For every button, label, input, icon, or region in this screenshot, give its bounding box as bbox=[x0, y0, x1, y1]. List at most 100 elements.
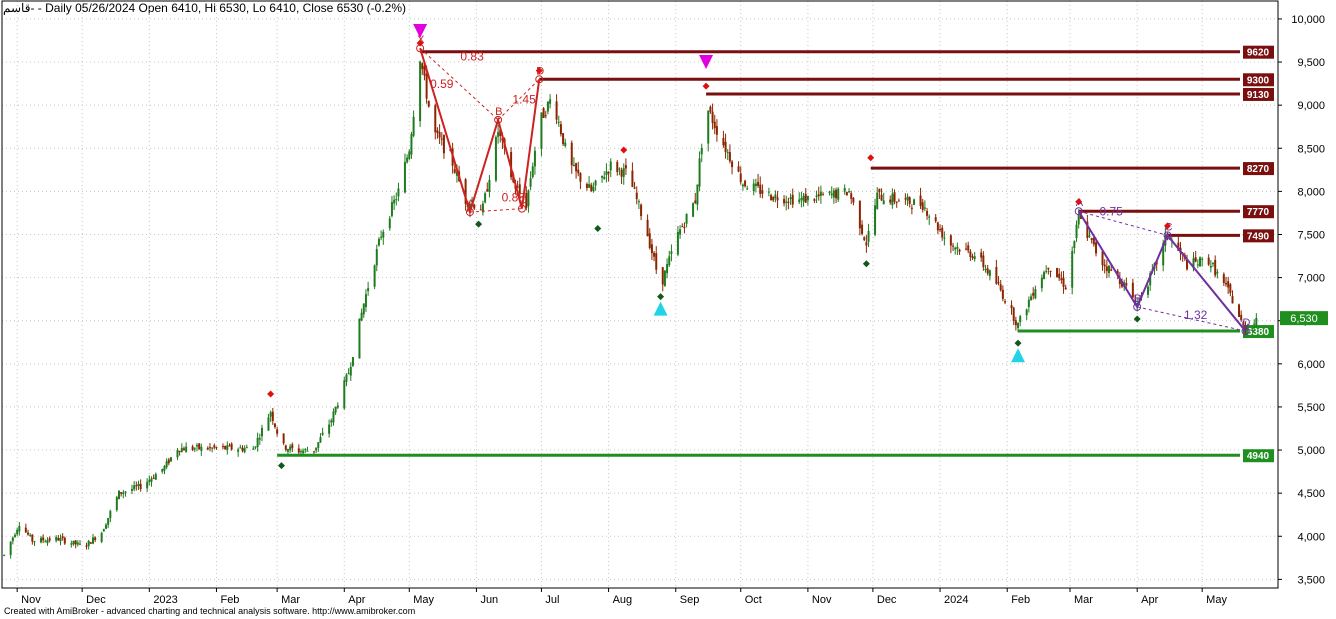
candle-body bbox=[767, 191, 770, 193]
pivot-high-marker bbox=[620, 146, 628, 154]
candle-body bbox=[685, 213, 688, 224]
candle-body bbox=[215, 447, 218, 449]
candle-body bbox=[48, 538, 51, 541]
candle-body bbox=[772, 197, 775, 201]
candle-body bbox=[115, 497, 118, 511]
pivot-high-marker bbox=[702, 82, 710, 90]
candle-body bbox=[406, 157, 409, 163]
x-tick-label: Sep bbox=[680, 594, 700, 606]
pattern-leg bbox=[1077, 210, 1247, 332]
candle-body bbox=[419, 61, 422, 122]
candle-body bbox=[813, 199, 816, 201]
candle-body bbox=[913, 199, 916, 205]
candle-body bbox=[865, 242, 868, 246]
candle-body bbox=[737, 166, 740, 172]
candle-body bbox=[1032, 292, 1035, 296]
candle-body bbox=[421, 63, 424, 70]
candle-body bbox=[497, 132, 500, 137]
pattern-point-label: A bbox=[467, 198, 475, 210]
candle-body bbox=[85, 545, 88, 547]
candle-body bbox=[289, 446, 292, 451]
candle-body bbox=[1110, 269, 1113, 271]
candle-body bbox=[1194, 257, 1197, 262]
candle-body bbox=[319, 437, 322, 443]
candle-body bbox=[440, 138, 443, 140]
candle-body bbox=[1073, 241, 1076, 249]
candle-body bbox=[754, 183, 757, 187]
candle-body bbox=[208, 447, 211, 449]
x-tick-label: May bbox=[413, 594, 434, 606]
level-label: 7490 bbox=[1247, 231, 1270, 242]
y-tick-label: 5,000 bbox=[1297, 445, 1325, 457]
candle-body bbox=[549, 99, 552, 104]
candle-body bbox=[661, 267, 664, 285]
candle-body bbox=[182, 448, 185, 451]
last-price-label: 6,530 bbox=[1290, 313, 1318, 325]
candle-body bbox=[555, 101, 558, 120]
candle-body bbox=[936, 222, 939, 231]
candle-body bbox=[1056, 268, 1059, 278]
candle-body bbox=[380, 236, 383, 238]
candle-body bbox=[245, 447, 248, 449]
candle-body bbox=[211, 447, 214, 449]
candle-body bbox=[648, 233, 651, 248]
candle-body bbox=[74, 540, 77, 545]
pivot-low-marker bbox=[594, 224, 602, 232]
candle-body bbox=[774, 194, 777, 199]
pattern-ratio-label: 0.88 bbox=[502, 191, 526, 205]
sell-signal-triangle bbox=[413, 24, 428, 39]
candle-body bbox=[934, 217, 937, 222]
y-tick-label: 4,000 bbox=[1297, 531, 1325, 543]
candle-body bbox=[1017, 322, 1020, 329]
candle-body bbox=[835, 189, 838, 199]
candle-body bbox=[1196, 264, 1199, 266]
pivot-low-marker bbox=[1133, 315, 1141, 323]
candle-body bbox=[969, 251, 972, 258]
candle-body bbox=[1012, 307, 1015, 321]
price-chart[interactable]: 96209300913082707770749063804940 XABCD0.… bbox=[0, 0, 1336, 619]
candle-body bbox=[1025, 309, 1028, 316]
candle-body bbox=[87, 540, 90, 547]
candle-body bbox=[332, 411, 335, 423]
candle-body bbox=[271, 411, 274, 421]
y-tick-label: 3,500 bbox=[1297, 574, 1325, 586]
candle-body bbox=[759, 184, 762, 194]
candle-body bbox=[330, 420, 333, 423]
x-tick-label: Feb bbox=[1011, 594, 1030, 606]
x-tick-label: Nov bbox=[812, 594, 832, 606]
candle-body bbox=[148, 479, 151, 482]
level-label: 8270 bbox=[1247, 164, 1270, 175]
candle-body bbox=[607, 171, 610, 174]
candle-body bbox=[609, 161, 612, 171]
candle-body bbox=[776, 197, 779, 201]
candle-body bbox=[390, 202, 393, 216]
candle-body bbox=[616, 161, 619, 172]
candle-body bbox=[273, 423, 276, 427]
candle-body bbox=[828, 191, 831, 194]
candle-body bbox=[336, 405, 339, 408]
candle-body bbox=[161, 468, 164, 472]
candle-body bbox=[408, 151, 411, 159]
candle-body bbox=[1034, 289, 1037, 299]
candle-body bbox=[1004, 301, 1007, 303]
candle-body bbox=[926, 210, 929, 216]
candle-body bbox=[486, 189, 489, 192]
x-tick-label: Nov bbox=[21, 594, 41, 606]
candle-body bbox=[304, 449, 307, 451]
candle-body bbox=[306, 450, 309, 452]
candle-body bbox=[195, 445, 198, 447]
candle-body bbox=[29, 534, 32, 536]
candle-body bbox=[206, 447, 209, 450]
candle-body bbox=[26, 532, 29, 535]
candle-body bbox=[1227, 281, 1230, 288]
candle-body bbox=[191, 446, 194, 450]
candle-body bbox=[351, 357, 354, 366]
candle-body bbox=[360, 312, 363, 321]
y-tick-label: 7,500 bbox=[1297, 229, 1325, 241]
candle-body bbox=[91, 537, 94, 544]
candle-body bbox=[243, 448, 246, 453]
candle-body bbox=[637, 201, 640, 203]
candle-body bbox=[999, 284, 1002, 291]
pattern-ratio-label: 0.83 bbox=[460, 49, 484, 63]
candle-body bbox=[1077, 214, 1080, 225]
